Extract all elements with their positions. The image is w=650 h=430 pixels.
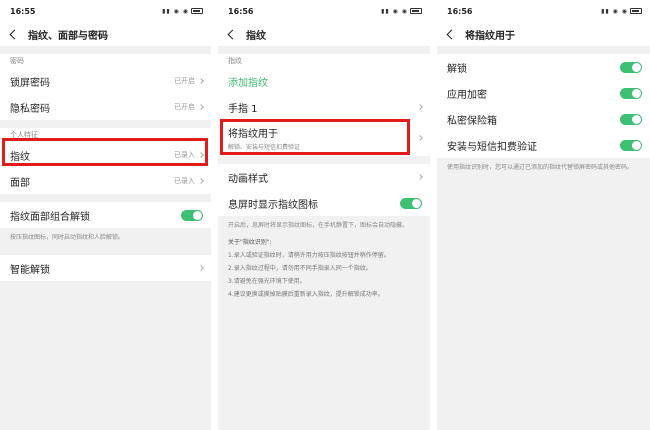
tip-item: 1.录入或验证指纹时，请稍许用力按压指纹按钮并稍作停留。 — [228, 252, 390, 259]
highlight-box-use-fingerprint-row — [220, 119, 410, 155]
row-animation-style[interactable]: 动画样式 — [218, 164, 430, 190]
back-arrow-icon[interactable] — [446, 29, 457, 39]
chevron-right-icon — [198, 104, 204, 110]
status-icons: ▮▮ ◉ ◉ — [381, 8, 422, 15]
chevron-right-icon — [417, 104, 423, 110]
status-bar: 16:56 ▮▮ ◉ ◉ — [218, 0, 430, 22]
row-combo-unlock: 指纹面部组合解锁 — [0, 202, 211, 228]
row-smart-unlock[interactable]: 智能解锁 — [0, 255, 211, 281]
back-arrow-icon[interactable] — [9, 29, 20, 39]
add-fingerprint-button[interactable]: 添加指纹 — [218, 68, 430, 94]
unlock-toggle[interactable] — [620, 61, 642, 73]
install-sms-verify-toggle[interactable] — [620, 139, 642, 151]
row-install-sms-verify: 安装与短信扣费验证 — [437, 132, 650, 158]
chevron-right-icon — [198, 178, 204, 184]
private-safe-toggle[interactable] — [620, 113, 642, 125]
chevron-right-icon — [198, 265, 204, 271]
page-title: 指纹、面部与密码 — [28, 30, 108, 42]
row-lockscreen-password[interactable]: 锁屏密码 已开启 — [0, 68, 211, 94]
status-time: 16:56 — [228, 6, 254, 16]
status-bar: 16:55 ▮▮ ◉ ◉ — [0, 0, 211, 22]
row-finger-1[interactable]: 手指 1 — [218, 94, 430, 120]
chevron-right-icon — [198, 78, 204, 84]
section-header-fingerprint: 指纹 — [218, 54, 430, 68]
status-time: 16:55 — [10, 6, 36, 16]
aod-icon-toggle[interactable] — [400, 197, 422, 209]
status-bar: 16:56 ▮▮ ◉ ◉ — [437, 0, 650, 22]
section-header-password: 密码 — [0, 54, 211, 68]
chevron-right-icon — [417, 135, 423, 141]
title-bar: 将指纹用于 — [437, 22, 650, 46]
page-title: 指纹 — [246, 30, 266, 42]
chevron-right-icon — [417, 174, 423, 180]
tip-item: 3.请避免在强光环境下使用。 — [228, 278, 306, 285]
title-bar: 指纹 — [218, 22, 430, 46]
aod-note: 开启后，息屏时将显示指纹图标，在手机静置下，图标会自动隐藏。 — [218, 216, 430, 235]
battery-icon — [630, 8, 642, 14]
tips-heading: 关于"指纹识别": — [228, 239, 272, 246]
tip-item: 2.录入指纹过程中，请勿用不同手指录入同一个指纹。 — [228, 265, 372, 272]
combo-unlock-toggle[interactable] — [181, 209, 203, 221]
row-privacy-password[interactable]: 隐私密码 已开启 — [0, 94, 211, 120]
row-aod-icon: 息屏时显示指纹图标 — [218, 190, 430, 216]
phone-screen-fingerprint: 16:56 ▮▮ ◉ ◉ 指纹 指纹 添加指纹 手指 1 将指纹用于 解锁、安装… — [218, 0, 430, 430]
page-title: 将指纹用于 — [465, 30, 515, 42]
status-icons: ▮▮ ◉ ◉ — [601, 8, 642, 15]
row-app-encryption: 应用加密 — [437, 80, 650, 106]
row-unlock: 解锁 — [437, 54, 650, 80]
tip-item: 4.建议更换或撕掉贴膜后重新录入指纹，提升解锁成功率。 — [228, 291, 384, 298]
row-private-safe: 私密保险箱 — [437, 106, 650, 132]
app-encryption-toggle[interactable] — [620, 87, 642, 99]
row-face[interactable]: 面部 已录入 — [0, 168, 211, 194]
highlight-box-fingerprint-row — [2, 138, 208, 166]
phone-screen-use-fingerprint-for: 16:56 ▮▮ ◉ ◉ 将指纹用于 解锁 应用加密 私密保险箱 安装与短信扣费… — [437, 0, 650, 430]
battery-icon — [410, 8, 422, 14]
title-bar: 指纹、面部与密码 — [0, 22, 211, 46]
status-icons: ▮▮ ◉ ◉ — [162, 8, 203, 15]
combo-unlock-note: 按压指纹图标，同时启动指纹和人脸解锁。 — [0, 228, 211, 247]
phone-screen-fingerprint-face-password: 16:55 ▮▮ ◉ ◉ 指纹、面部与密码 密码 锁屏密码 已开启 隐私密码 已… — [0, 0, 211, 430]
status-time: 16:56 — [447, 6, 473, 16]
use-fingerprint-note: 使用指纹识别时，您可以通过已添加的指纹代替锁屏密码或其他密码。 — [437, 158, 650, 177]
back-arrow-icon[interactable] — [227, 29, 238, 39]
battery-icon — [191, 8, 203, 14]
